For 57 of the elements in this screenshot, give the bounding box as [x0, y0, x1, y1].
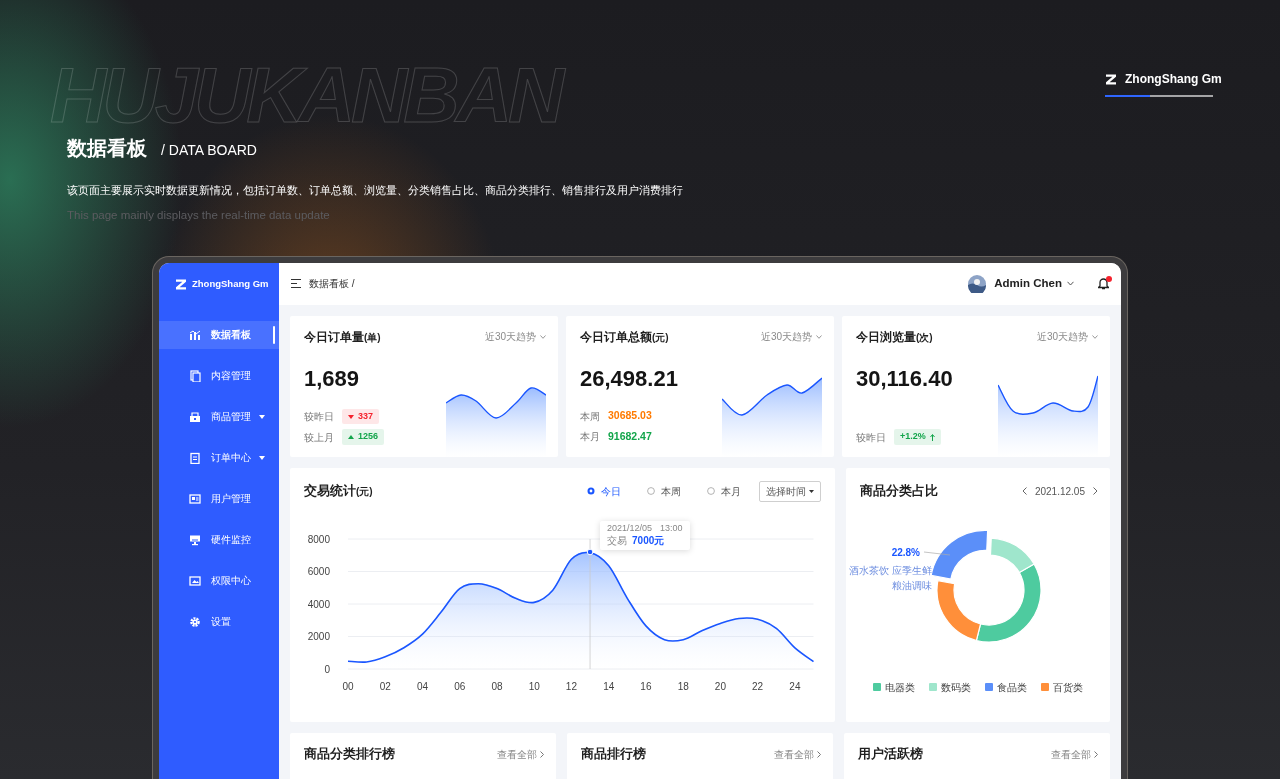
legend-label: 百货类 — [1053, 680, 1083, 695]
comparison-label: 本周 — [580, 409, 600, 424]
legend-label: 电器类 — [885, 680, 915, 695]
axis-label: 12 — [565, 680, 577, 692]
slice-percentage: 22.8% — [891, 546, 920, 558]
comparison-value: 30685.03 — [608, 408, 652, 424]
comparison-label: 较昨日 — [304, 410, 334, 424]
stat-value: 1,689 — [304, 364, 361, 393]
axis-label: 2000 — [307, 630, 330, 642]
tooltip-value: 7000元 — [632, 534, 665, 548]
axis-label: 24 — [789, 680, 801, 692]
description: 该页面主要展示实时数据更新情况，包括订单数、订单总额、浏览量、分类销售占比、商品分类排行、销售排行及用户消费排行 — [67, 183, 684, 198]
card-title: 用户活跃榜 — [858, 746, 923, 764]
comparison-label: 本月 — [580, 430, 600, 445]
axis-label: 20 — [714, 680, 726, 692]
card-title: 今日订单量(单) — [304, 328, 381, 346]
axis-label: 0 — [324, 663, 330, 675]
stat-value: 30,116.40 — [856, 364, 954, 393]
axis-label: 22 — [752, 680, 764, 692]
change-badge: 1256 — [342, 429, 385, 445]
date-label: 2021.12.05 — [1034, 484, 1085, 499]
axis-label: 00 — [342, 680, 354, 692]
axis-label: 4000 — [307, 598, 330, 610]
axis-label: 6000 — [307, 565, 330, 577]
comparison-label: 较上月 — [304, 430, 334, 445]
legend-label: 食品类 — [997, 680, 1027, 695]
breadcrumb: 数据看板 / — [309, 277, 355, 292]
axis-label: 10 — [528, 680, 540, 692]
card-title: 商品分类占比 — [860, 482, 938, 500]
axis-label: 14 — [603, 680, 615, 692]
legend-label: 数码类 — [941, 680, 971, 695]
tooltip-time: 13:00 — [660, 522, 683, 535]
axis-label: 04 — [416, 680, 429, 692]
stat-value: 26,498.21 — [580, 364, 679, 393]
comparison-value: 91682.47 — [608, 429, 652, 444]
card-title: 交易统计(元) — [304, 482, 373, 500]
axis-label: 08 — [491, 680, 503, 692]
tooltip-label: 交易 — [607, 535, 628, 548]
card-title: 商品分类排行榜 — [304, 746, 395, 764]
page-title: 数据看板 — [67, 136, 147, 161]
comparison-label: 较昨日 — [856, 430, 886, 445]
change-badge: +1.2% — [894, 429, 941, 445]
page-subtitle: / DATA BOARD — [161, 141, 257, 160]
slice-caption: 粮油调味 — [892, 579, 932, 591]
axis-label: 18 — [677, 680, 689, 692]
card-title: 商品排行榜 — [581, 746, 646, 764]
tooltip-date: 2021/12/05 — [607, 522, 653, 535]
axis-label: 16 — [640, 680, 652, 692]
axis-label: 06 — [454, 680, 466, 692]
brand-name: ZhongShang Gm — [1125, 71, 1222, 88]
change-badge: 337 — [342, 408, 380, 425]
brand-name: ZhongShang Gm — [192, 276, 269, 291]
axis-label: 8000 — [307, 533, 330, 545]
slice-caption: 酒水茶饮 应季生鲜 — [849, 564, 932, 576]
card-title: 今日订单总额(元) — [580, 328, 669, 346]
axis-label: 02 — [379, 680, 391, 692]
card-title: 今日浏览量(次) — [856, 328, 933, 346]
